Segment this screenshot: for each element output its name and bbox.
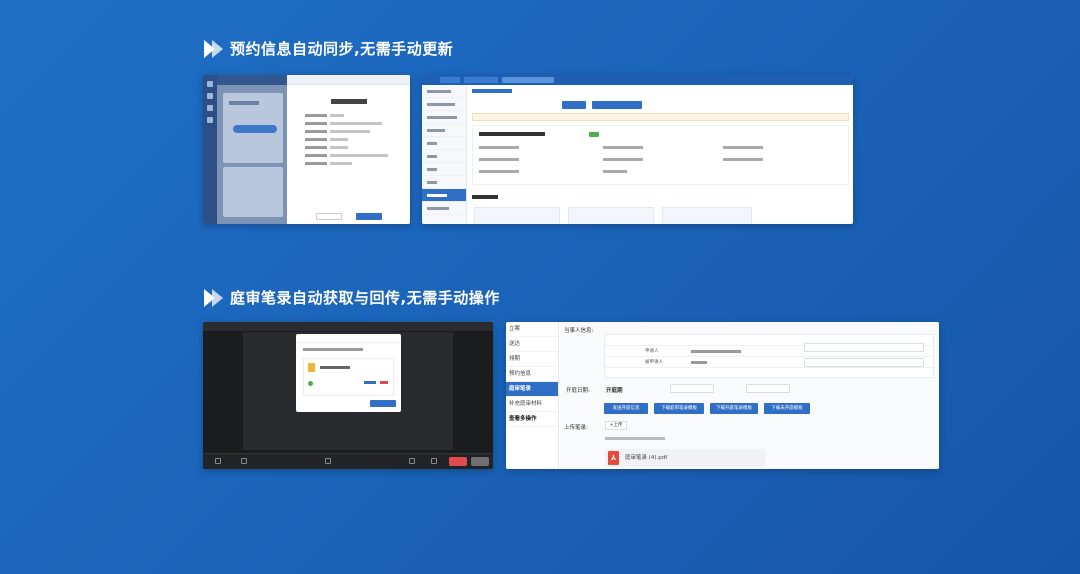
preview-link[interactable] <box>364 381 376 384</box>
tab-list[interactable] <box>464 77 498 83</box>
file-card <box>303 358 394 396</box>
end-meeting-button[interactable] <box>449 457 467 466</box>
pdf-icon: ⅄ <box>608 451 619 465</box>
double-chevron-icon <box>204 39 223 58</box>
sidebar-item-service[interactable]: 送达 <box>506 337 558 352</box>
mic-icon[interactable] <box>215 458 221 464</box>
double-chevron-icon <box>204 288 223 307</box>
send-hearing-info-button[interactable]: 发送开庭信息 <box>604 403 648 414</box>
section-heading-transcript: 庭审笔录自动获取与回传,无需手动操作 <box>204 287 500 308</box>
section-title-transcript: 庭审笔录自动获取与回传,无需手动操作 <box>230 289 500 307</box>
upload-confirm-button[interactable] <box>370 400 396 407</box>
hearing-date-value: 开庭期 <box>606 388 623 394</box>
leave-button[interactable] <box>471 457 489 466</box>
section-title-sync: 预约信息自动同步,无需手动更新 <box>230 40 454 58</box>
action-button[interactable] <box>562 101 586 109</box>
date-input[interactable] <box>746 384 790 393</box>
confirm-button[interactable] <box>355 213 382 220</box>
background-card <box>223 167 283 217</box>
dialog-fields <box>287 114 410 165</box>
download-transcript-template-button[interactable]: 下载庭审笔录模板 <box>654 403 704 414</box>
camera-icon[interactable] <box>241 458 247 464</box>
tab-home[interactable] <box>440 77 460 83</box>
more-icon[interactable] <box>431 458 437 464</box>
share-icon[interactable] <box>409 458 415 464</box>
meeting-title-bar <box>203 322 493 331</box>
sidebar-item[interactable] <box>422 111 466 124</box>
dialog-header <box>287 75 410 85</box>
background-card <box>223 93 283 163</box>
sidebar-item[interactable] <box>422 150 466 163</box>
participant-select[interactable] <box>804 343 924 352</box>
dialog-title <box>287 99 410 104</box>
screenshot-case-detail <box>422 75 853 224</box>
download-hearing-template-button[interactable]: 下载开庭笔录模板 <box>710 403 758 414</box>
modal-hint <box>303 348 363 351</box>
case-tab-underline <box>472 89 512 93</box>
participant-select[interactable] <box>804 358 924 367</box>
sidebar-item-transcript[interactable]: 庭审笔录 <box>506 382 558 397</box>
sidebar-item-active[interactable] <box>422 189 466 202</box>
screenshot-appointment-dialog <box>203 75 410 224</box>
action-button[interactable] <box>592 101 642 109</box>
document-section-label <box>472 195 532 201</box>
modal-header <box>296 334 401 343</box>
participants-icon[interactable] <box>325 458 331 464</box>
success-icon <box>308 381 313 386</box>
sidebar-item-more[interactable]: 查看多操作 <box>506 412 558 427</box>
transcript-sidebar: 立案 送达 排期 预约信息 庭审笔录 补充庭审材料 查看多操作 <box>506 322 559 469</box>
transcript-main: 当事人信息: 申请人 被申请人 开庭日期: 开庭期 发送开庭信息 下载庭审笔录模… <box>560 322 939 469</box>
row-label: 被申请人 <box>645 360 663 365</box>
sidebar-item[interactable] <box>422 124 466 137</box>
screenshot-video-hearing <box>203 322 493 469</box>
participants-label: 当事人信息: <box>564 328 594 334</box>
rail-icon[interactable] <box>207 81 213 87</box>
case-main <box>468 85 853 224</box>
document-card[interactable] <box>568 207 654 224</box>
screenshot-transcript-page: 立案 送达 排期 预约信息 庭审笔录 补充庭审材料 查看多操作 当事人信息: 申… <box>506 322 939 469</box>
download-no-hearing-template-button[interactable]: 下载未开庭模板 <box>764 403 810 414</box>
sidebar-item[interactable] <box>422 137 466 150</box>
sidebar-item[interactable] <box>422 202 466 215</box>
document-card[interactable] <box>662 207 752 224</box>
cancel-button[interactable] <box>315 213 342 220</box>
section-heading-sync: 预约信息自动同步,无需手动更新 <box>204 38 453 59</box>
sidebar-item-materials[interactable]: 补充庭审材料 <box>506 397 558 412</box>
file-icon <box>308 363 315 372</box>
hearing-date-label: 开庭日期: <box>566 388 590 394</box>
row-label: 申请人 <box>645 349 659 354</box>
sidebar-item[interactable] <box>422 163 466 176</box>
browser-tab-bar <box>422 75 853 85</box>
case-info-panel <box>472 125 849 185</box>
sidebar-item[interactable] <box>422 85 466 98</box>
sidebar-item[interactable] <box>422 176 466 189</box>
sidebar-item[interactable] <box>422 98 466 111</box>
transcript-upload-modal <box>296 334 401 412</box>
sidebar-item-schedule[interactable]: 排期 <box>506 352 558 367</box>
date-input[interactable] <box>670 384 714 393</box>
uploaded-file[interactable]: ⅄ 庭审笔录 (4).pdf <box>605 449 765 467</box>
upload-button[interactable]: +上传 <box>605 421 627 430</box>
document-card[interactable] <box>474 207 560 224</box>
tab-active[interactable] <box>502 77 554 83</box>
app-rail <box>203 75 217 224</box>
sidebar-item-appointment[interactable]: 预约信息 <box>506 367 558 382</box>
upload-hint <box>605 437 665 440</box>
appointment-info-dialog <box>287 75 410 224</box>
upload-label: 上传笔录: <box>564 425 588 431</box>
meeting-controls <box>203 453 493 469</box>
notice-banner <box>472 113 849 121</box>
rail-icon[interactable] <box>207 117 213 123</box>
app-topbar <box>217 75 287 85</box>
file-name: 庭审笔录 (4).pdf <box>625 455 668 461</box>
rail-icon[interactable] <box>207 93 213 99</box>
case-sidebar <box>422 85 467 224</box>
delete-link[interactable] <box>380 381 388 384</box>
rail-icon[interactable] <box>207 105 213 111</box>
participants-table: 申请人 被申请人 <box>604 334 934 378</box>
sidebar-item-filing[interactable]: 立案 <box>506 322 558 337</box>
